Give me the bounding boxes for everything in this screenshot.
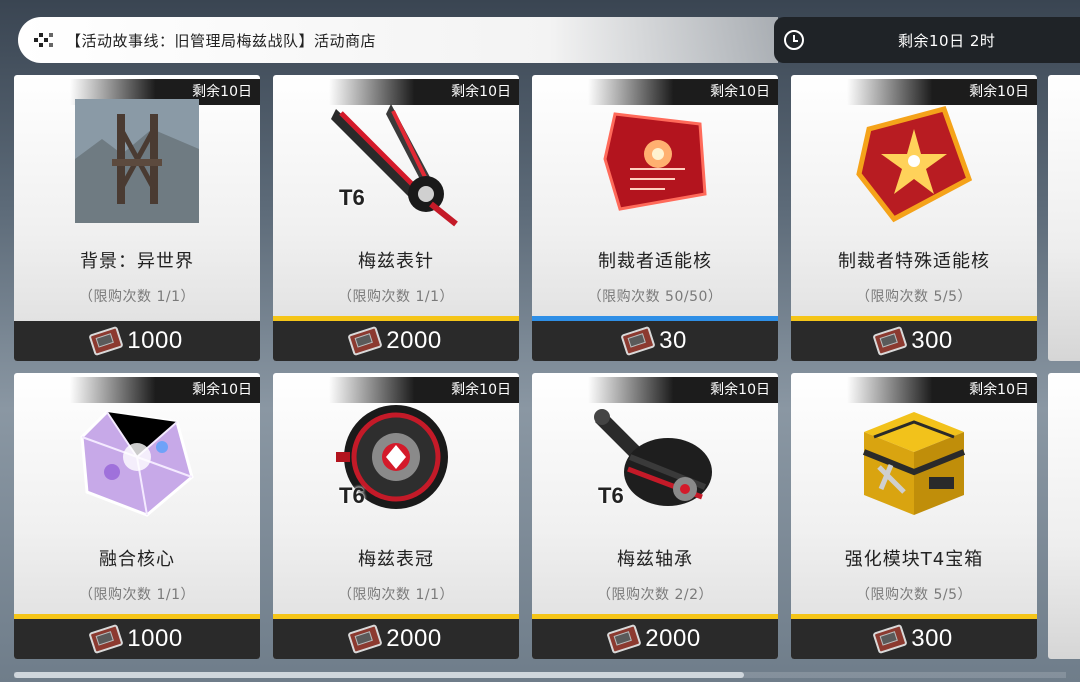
- module-box-icon: [849, 397, 979, 527]
- item-price: 30: [659, 327, 687, 354]
- tier-label: T6: [598, 483, 624, 508]
- purchase-limit: （限购次数 2/2）: [597, 587, 713, 603]
- item-price: 2000: [386, 327, 442, 354]
- scroll-thumb[interactable]: [14, 672, 744, 678]
- purchase-limit: （限购次数 5/5）: [856, 587, 972, 603]
- background-icon: [72, 99, 202, 229]
- special-core-icon: [849, 99, 979, 229]
- purchase-limit: （限购次数 50/50）: [587, 289, 723, 305]
- purchase-limit: （限购次数 1/1）: [338, 587, 454, 603]
- shop-item-card[interactable]: 剩余10日 强化模块T4宝箱 （限购次数 5/5） 300: [791, 373, 1037, 659]
- shop-item-card[interactable]: 剩余10日 T6 梅兹表冠 （限购次数 1/1） 2000: [273, 373, 519, 659]
- shop-item-card[interactable]: 剩余10日 T6 梅兹轴承 （限购次数 2/2） 2000: [532, 373, 778, 659]
- shop-item-card[interactable]: 剩余10日 背景：异世界 （限购次数 1/1） 1000: [14, 75, 260, 361]
- timer-text: 剩余10日 2时: [898, 31, 996, 50]
- ticket-icon: [873, 624, 908, 654]
- item-price: 1000: [127, 625, 183, 652]
- purchase-limit: （限购次数 1/1）: [338, 289, 454, 305]
- price-bar[interactable]: 300: [791, 321, 1037, 361]
- item-price: 1000: [127, 327, 183, 354]
- price-bar[interactable]: 1000: [14, 321, 260, 361]
- ticket-icon: [607, 624, 642, 654]
- shop-item-card[interactable]: 剩余10日 制裁者特殊适能核 （限购次数 5/5） 300: [791, 75, 1037, 361]
- price-bar[interactable]: 2000: [273, 619, 519, 659]
- shop-title: 【活动故事线：旧管理局梅兹战队】活动商店: [66, 31, 377, 50]
- core-icon: [590, 99, 720, 229]
- ticket-icon: [89, 326, 124, 356]
- shop-item-card[interactable]: 剩余10日 制裁者适能核 （限购次数 50/50） 30: [532, 75, 778, 361]
- price-bar[interactable]: 2000: [273, 321, 519, 361]
- item-name: 梅兹轴承: [617, 549, 693, 570]
- item-name: 梅兹表针: [358, 251, 434, 272]
- purchase-limit: （限购次数 1/1）: [79, 289, 195, 305]
- tier-label: T6: [339, 185, 365, 210]
- item-name: 背景：异世界: [80, 251, 194, 272]
- shop-item-card[interactable]: 剩余10日 T6 梅兹表针 （限购次数 1/1） 2000: [273, 75, 519, 361]
- item-price: 300: [911, 625, 953, 652]
- ticket-icon: [620, 326, 655, 356]
- item-price: 2000: [386, 625, 442, 652]
- shop-timer: 剩余10日 2时: [774, 17, 1080, 63]
- ticket-icon: [348, 624, 383, 654]
- item-name: 制裁者特殊适能核: [838, 251, 990, 272]
- partial-card[interactable]: [1048, 75, 1080, 361]
- item-name: 制裁者适能核: [598, 251, 712, 272]
- price-bar[interactable]: 300: [791, 619, 1037, 659]
- item-price: 2000: [645, 625, 701, 652]
- shop-item-card[interactable]: 剩余10日 融合核心 （限购次数 1/1） 1000: [14, 373, 260, 659]
- item-name: 强化模块T4宝箱: [844, 549, 984, 570]
- purchase-limit: （限购次数 5/5）: [856, 289, 972, 305]
- ticket-icon: [348, 326, 383, 356]
- fusion-core-icon: [72, 397, 202, 527]
- price-bar[interactable]: 1000: [14, 619, 260, 659]
- tier-label: T6: [339, 483, 365, 508]
- item-price: 300: [911, 327, 953, 354]
- item-name: 融合核心: [99, 549, 175, 570]
- shop-title-bar: 【活动故事线：旧管理局梅兹战队】活动商店: [18, 17, 778, 63]
- ticket-icon: [89, 624, 124, 654]
- purchase-limit: （限购次数 1/1）: [79, 587, 195, 603]
- ticket-icon: [873, 326, 908, 356]
- clock-icon: [784, 30, 804, 50]
- item-name: 梅兹表冠: [358, 549, 434, 570]
- partial-card[interactable]: [1048, 373, 1080, 659]
- dots-icon[interactable]: [34, 29, 56, 51]
- price-bar[interactable]: 2000: [532, 619, 778, 659]
- price-bar[interactable]: 30: [532, 321, 778, 361]
